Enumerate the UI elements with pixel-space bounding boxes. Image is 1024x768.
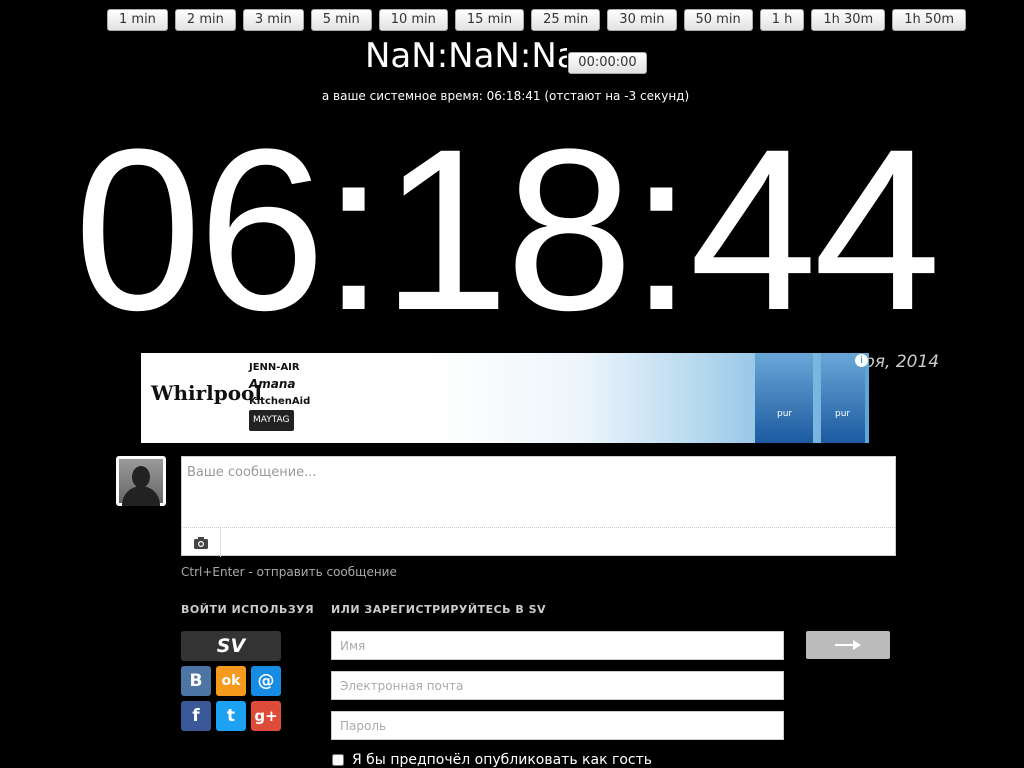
preset-bar: 1 min 2 min 3 min 5 min 10 min 15 min 25…: [107, 9, 973, 31]
preset-button-3min[interactable]: 3 min: [242, 9, 304, 31]
guest-checkbox[interactable]: [332, 754, 344, 766]
countdown-reset-button[interactable]: 00:00:00: [568, 52, 647, 74]
comment-toolbar: [182, 527, 895, 557]
guest-label: Я бы предпочёл опубликовать как гость: [352, 752, 653, 768]
odnoklassniki-login-icon[interactable]: ok: [216, 666, 246, 696]
main-clock: 06:18:44: [73, 101, 941, 358]
preset-button-1h[interactable]: 1 h: [759, 9, 805, 31]
default-user-icon: [119, 459, 163, 506]
ad-filter-bottle: pur: [755, 353, 813, 443]
ad-brand-jennair: JENN-AIR: [249, 362, 300, 373]
email-field[interactable]: [331, 671, 784, 700]
facebook-login-icon[interactable]: f: [181, 701, 211, 731]
preset-button-2min[interactable]: 2 min: [174, 9, 236, 31]
preset-button-5min[interactable]: 5 min: [310, 9, 372, 31]
preset-button-1h50m[interactable]: 1h 50m: [892, 9, 967, 31]
ad-info-icon[interactable]: i: [855, 354, 868, 367]
sv-login-button[interactable]: SV: [181, 631, 281, 661]
name-field[interactable]: [331, 631, 784, 660]
password-field[interactable]: [331, 711, 784, 740]
comment-box: [181, 456, 896, 557]
preset-button-1min[interactable]: 1 min: [107, 9, 168, 31]
date-text: ря, 2014: [864, 352, 940, 372]
ad-banner[interactable]: Whirlpool JENN-AIR Amana KitchenAid MAYT…: [141, 353, 869, 443]
preset-button-25min[interactable]: 25 min: [531, 9, 601, 31]
countdown-display: NaN:NaN:Na: [365, 36, 567, 76]
submit-button[interactable]: [806, 631, 890, 659]
preset-button-15min[interactable]: 15 min: [454, 9, 525, 31]
guest-checkbox-row[interactable]: Я бы предпочёл опубликовать как гость: [331, 752, 652, 768]
arrow-right-icon: [835, 640, 861, 650]
ad-brand-maytag: MAYTAG: [249, 410, 294, 431]
login-title: ВОЙТИ ИСПОЛЬЗУЯ: [181, 603, 315, 616]
ad-brand-list: JENN-AIR Amana KitchenAid MAYTAG: [249, 359, 310, 431]
register-title: ИЛИ ЗАРЕГИСТРИРУЙТЕСЬ В SV: [331, 603, 547, 616]
vk-login-icon[interactable]: B: [181, 666, 211, 696]
mailru-login-icon[interactable]: @: [251, 666, 281, 696]
whirlpool-logo: Whirlpool: [151, 381, 262, 405]
camera-icon[interactable]: [182, 528, 221, 557]
preset-button-30min[interactable]: 30 min: [607, 9, 677, 31]
ad-brand-kitchenaid: KitchenAid: [249, 396, 311, 407]
preset-button-10min[interactable]: 10 min: [378, 9, 448, 31]
googleplus-login-icon[interactable]: g+: [251, 701, 281, 731]
send-hint: Ctrl+Enter - отправить сообщение: [181, 565, 397, 579]
comment-input[interactable]: [182, 457, 895, 527]
twitter-login-icon[interactable]: t: [216, 701, 246, 731]
ad-brand-amana: Amana: [249, 377, 296, 391]
avatar: [116, 456, 166, 506]
preset-button-1h30m[interactable]: 1h 30m: [811, 9, 886, 31]
preset-button-50min[interactable]: 50 min: [683, 9, 753, 31]
